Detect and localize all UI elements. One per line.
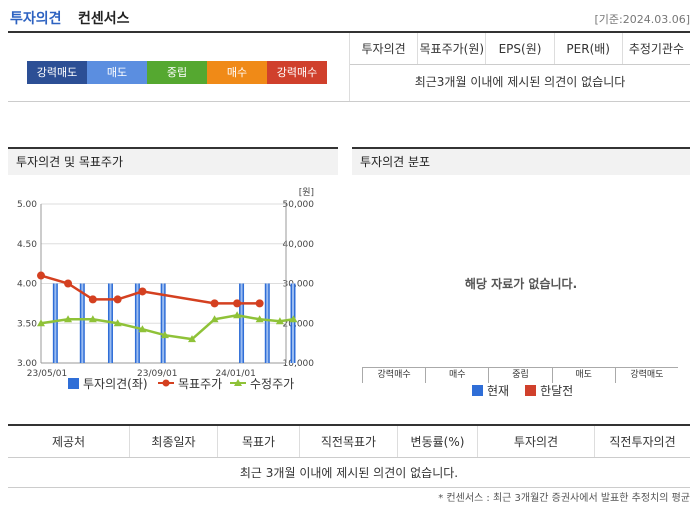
target-price-point-2 (88, 295, 97, 304)
opinion-bar-highlight-0 (54, 283, 57, 363)
y-left-tick-1: 4.50 (17, 240, 37, 250)
opinion-bar-highlight-6 (266, 283, 269, 363)
distribution-axis-label-1: 매수 (425, 367, 489, 383)
opinion-scale-1: 매도 (87, 61, 147, 84)
consensus-col-header-2: EPS(원) (486, 33, 555, 64)
opinion-scale-bar: 강력매도 매도 중립 매수 강력매수 (27, 61, 327, 84)
opinion-history-table: 제공처 최종일자 목표가 직전목표가 변동률(%) 투자의견 직전투자의견 최근 3개월 이… (8, 424, 690, 488)
y-left-tick-2: 4.00 (17, 280, 37, 290)
opinion-bar-highlight-7 (292, 283, 294, 363)
opinion-scale-0: 강력매도 (27, 61, 87, 84)
target-price-point-3 (113, 295, 122, 304)
consensus-header-row: 투자의견 목표주가(원) EPS(원) PER(배) 추정기관수 (350, 33, 690, 65)
consensus-col-header-1: 목표주가(원) (418, 33, 487, 64)
history-col-header-1: 최종일자 (130, 426, 218, 457)
consensus-col-header-4: 추정기관수 (628, 42, 685, 56)
y-right-tick-2: 30,000 (283, 280, 315, 290)
consensus-empty-message: 최근3개월 이내에 제시된 의견이 없습니다 (414, 75, 626, 89)
target-price-point-4 (138, 287, 147, 296)
legend-target-label: 목표주가 (178, 377, 222, 391)
consensus-bottom-line (8, 101, 690, 102)
legend-opinion-swatch (68, 378, 79, 389)
opinion-scale-3: 매수 (207, 61, 267, 84)
history-col-header-4: 변동률(%) (398, 426, 478, 457)
y-left-tick-3: 3.50 (17, 319, 37, 329)
opinion-bar-highlight-5 (240, 283, 243, 363)
distribution-axis-label-4: 강력매도 (614, 367, 678, 383)
opinion-bar-highlight-1 (81, 283, 84, 363)
section-header: 투자의견 컨센서스 [기준:2024.03.06] (8, 6, 690, 28)
panel1-title: 투자의견 및 목표주가 (8, 149, 338, 175)
reference-date: [기준:2024.03.06] (594, 13, 690, 26)
distribution-axis-label-0: 강력매수 (362, 367, 426, 383)
panel2-title: 투자의견 분포 (352, 149, 690, 175)
legend-current-swatch (472, 385, 483, 396)
target-price-point-1 (64, 279, 73, 288)
footnote: * 컨센서스 : 최근 3개월간 증권사에서 발표한 추정치의 평균 (438, 493, 690, 504)
target-price-point-0 (37, 271, 45, 280)
history-empty-message: 최근 3개월 이내에 제시된 의견이 없습니다. (8, 458, 690, 488)
y-right-tick-1: 40,000 (283, 240, 315, 250)
section-title-consensus: 컨센서스 (78, 11, 130, 27)
history-col-header-6: 직전투자의견 (609, 435, 676, 449)
history-col-header-2: 목표가 (218, 426, 300, 457)
legend-month-ago-label: 한달전 (540, 384, 574, 398)
opinion-bar-highlight-3 (136, 283, 139, 363)
legend-adjusted-label: 수정주가 (250, 377, 294, 391)
section-title-opinion: 투자의견 (10, 11, 62, 27)
consensus-col-header-0: 투자의견 (350, 33, 419, 64)
target-price-point-5 (210, 299, 219, 308)
consensus-table: 투자의견 목표주가(원) EPS(원) PER(배) 추정기관수 최근3개월 이내에 제… (349, 33, 690, 101)
distribution-empty-message: 해당 자료가 없습니다. (464, 277, 578, 291)
consensus-col-header-3: PER(배) (555, 33, 623, 64)
x-tick-0: 23/05/01 (27, 369, 67, 379)
distribution-axis-label-3: 매도 (551, 367, 615, 383)
y-right-tick-0: 50,000 (283, 200, 315, 210)
y-left-tick-0: 5.00 (17, 200, 37, 210)
y-left-tick-4: 3.00 (17, 359, 37, 369)
history-col-header-3: 직전목표가 (300, 426, 398, 457)
distribution-legend: 현재 한달전 (472, 382, 573, 399)
opinion-scale-2: 중립 (147, 61, 207, 84)
legend-month-ago-swatch (525, 385, 537, 396)
opinion-scale-4: 강력매수 (267, 61, 327, 84)
history-col-header-5: 투자의견 (478, 426, 595, 457)
legend-target-marker (162, 379, 170, 387)
distribution-axis-label-2: 중립 (488, 367, 552, 383)
history-col-header-0: 제공처 (8, 426, 130, 457)
target-price-point-7 (255, 299, 264, 308)
opinion-target-chart: 5.00 50,0004.50 40,0004.00 30,0003.50 20,000… (17, 187, 315, 391)
target-price-point-6 (233, 299, 242, 308)
legend-current-label: 현재 (487, 384, 510, 398)
y-right-tick-4: 10,000 (283, 359, 315, 369)
legend-opinion-label: 투자의견(좌) (83, 377, 148, 391)
history-header-row: 제공처 최종일자 목표가 직전목표가 변동률(%) 투자의견 직전투자의견 (8, 424, 690, 458)
y-right-unit: [원] (299, 187, 314, 198)
target-price-line (40, 274, 260, 305)
